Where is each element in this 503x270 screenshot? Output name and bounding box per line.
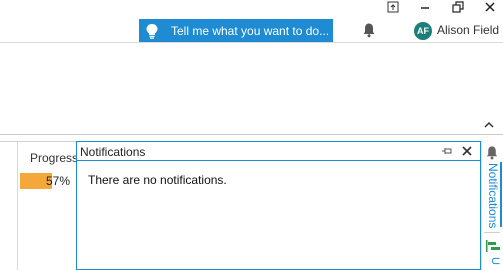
restore-icon bbox=[452, 1, 464, 13]
bell-icon bbox=[486, 146, 498, 160]
ribbon-display-options-button[interactable] bbox=[381, 0, 405, 14]
restore-button[interactable] bbox=[446, 0, 470, 14]
grid-divider bbox=[0, 141, 76, 142]
close-icon bbox=[485, 2, 495, 12]
pin-icon[interactable] bbox=[441, 146, 453, 156]
gantt-icon[interactable] bbox=[485, 239, 501, 253]
side-rail-divider bbox=[484, 232, 500, 233]
empty-notifications-message: There are no notifications. bbox=[88, 173, 227, 187]
title-bar: Tell me what you want to do... AF Alison… bbox=[0, 0, 503, 43]
active-tab-indicator bbox=[500, 162, 502, 227]
ribbon-display-icon bbox=[387, 1, 399, 13]
collapse-ribbon-icon[interactable] bbox=[483, 120, 495, 130]
close-pane-icon[interactable] bbox=[461, 145, 473, 157]
tell-me-search-box[interactable]: Tell me what you want to do... bbox=[139, 19, 333, 42]
progress-cell[interactable]: 57% bbox=[20, 173, 76, 189]
tell-me-placeholder: Tell me what you want to do... bbox=[171, 23, 330, 38]
ribbon bbox=[0, 43, 503, 135]
progress-value: 57% bbox=[45, 174, 70, 188]
minimize-icon bbox=[421, 7, 429, 9]
tab-second[interactable]: U bbox=[487, 257, 501, 270]
bell-icon[interactable] bbox=[362, 22, 376, 38]
notifications-pane-header: Notifications bbox=[77, 142, 480, 161]
user-name[interactable]: Alison Field bbox=[437, 23, 499, 37]
progress-column-header[interactable]: Progress bbox=[30, 151, 78, 165]
avatar[interactable]: AF bbox=[414, 22, 432, 40]
app-window: Tell me what you want to do... AF Alison… bbox=[0, 0, 503, 270]
minimize-button[interactable] bbox=[413, 0, 437, 14]
notifications-pane: Notifications There are no notifications… bbox=[76, 141, 481, 270]
column-divider bbox=[17, 142, 18, 270]
tab-notifications[interactable]: Notifications bbox=[486, 163, 500, 228]
close-window-button[interactable] bbox=[478, 0, 502, 14]
notifications-pane-title: Notifications bbox=[80, 145, 146, 159]
lightbulb-icon bbox=[146, 23, 158, 39]
